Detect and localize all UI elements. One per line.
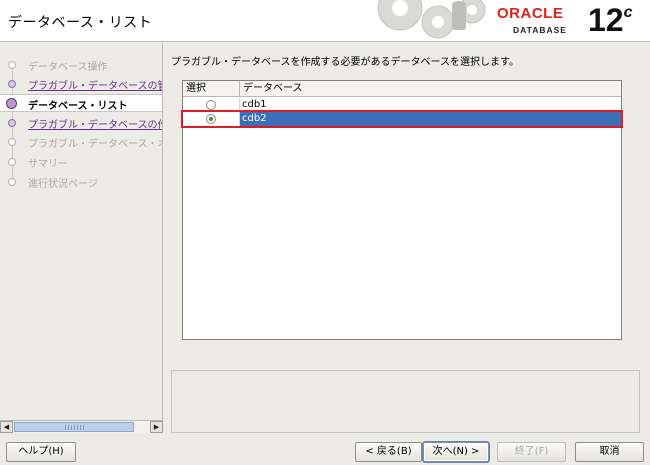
button-bar: ヘルプ(H) < 戻る(B) 次へ(N) > 終了(F) 取消 — [0, 434, 650, 465]
scrollbar-thumb[interactable] — [14, 422, 134, 432]
version-suffix: c — [623, 4, 633, 22]
step-dot-icon — [8, 119, 16, 127]
step-current-icon — [6, 98, 17, 109]
step-dot-icon — [8, 61, 16, 69]
version-badge: 12c — [588, 2, 633, 39]
column-header-select[interactable]: 選択 — [183, 81, 240, 97]
column-header-database[interactable]: データベース — [240, 81, 621, 97]
nav-step-pdb-options: プラガブル・データベース・オ — [0, 133, 163, 151]
nav-horizontal-scrollbar[interactable]: ◀ ▶ — [0, 420, 163, 433]
step-dot-icon — [8, 158, 16, 166]
gears-decoration-icon — [377, 0, 486, 39]
nav-step-label: プラガブル・データベース・オ — [28, 139, 163, 150]
select-cell[interactable] — [183, 112, 240, 126]
step-dot-icon — [8, 80, 16, 88]
step-dot-icon — [8, 178, 16, 186]
database-name-cell[interactable]: cdb1 — [240, 98, 621, 112]
page-title: データベース・リスト — [8, 15, 153, 31]
nav-step-label[interactable]: プラガブル・データベースの作 — [28, 116, 162, 131]
nav-step-create-pdb[interactable]: プラガブル・データベースの作 — [0, 114, 162, 132]
table-row-selected[interactable]: cdb2 — [181, 110, 623, 128]
database-table: 選択 データベース cdb1 cdb2 — [181, 80, 623, 340]
header-bar: データベース・リスト ORACLE DATABASE 12c — [0, 0, 650, 42]
nav-step-label: データベース・リスト — [28, 101, 128, 112]
nav-step-label[interactable]: プラガブル・データベースの管 — [28, 77, 162, 92]
finish-button[interactable]: 終了(F) — [497, 442, 566, 462]
next-button[interactable]: 次へ(N) > — [423, 442, 489, 462]
oracle-wordmark: ORACLE — [497, 5, 564, 22]
cancel-button[interactable]: 取消 — [575, 442, 644, 462]
step-dot-icon — [8, 138, 16, 146]
scroll-grip-icon — [65, 425, 85, 430]
database-name-cell[interactable]: cdb2 — [240, 112, 621, 126]
table-header: 選択 データベース — [183, 81, 621, 97]
scroll-right-icon[interactable]: ▶ — [150, 421, 163, 433]
nav-step-label: サマリー — [28, 159, 68, 170]
database-wordmark: DATABASE — [513, 25, 567, 35]
nav-step-progress: 進行状況ページ — [0, 173, 162, 191]
message-area — [171, 370, 640, 433]
scroll-left-icon[interactable]: ◀ — [0, 421, 13, 433]
table-row[interactable]: cdb1 — [183, 98, 621, 112]
radio-button-checked[interactable] — [206, 114, 216, 124]
instruction-text: プラガブル・データベースを作成する必要があるデータベースを選択します。 — [171, 57, 519, 68]
oracle-logo: ORACLE DATABASE — [497, 5, 585, 37]
nav-step-label: 進行状況ページ — [28, 179, 98, 190]
select-cell[interactable] — [183, 98, 240, 112]
radio-button[interactable] — [206, 100, 216, 110]
help-button[interactable]: ヘルプ(H) — [6, 442, 76, 462]
nav-step-database-list: データベース・リスト — [0, 94, 162, 112]
version-number: 12 — [588, 2, 624, 38]
nav-step-manage-pdb[interactable]: プラガブル・データベースの管 — [0, 75, 162, 93]
nav-step-summary: サマリー — [0, 153, 162, 171]
back-button[interactable]: < 戻る(B) — [355, 442, 422, 462]
nav-step-database-operation: データベース操作 — [0, 56, 162, 74]
radio-checked-icon — [209, 117, 213, 121]
nav-step-label: データベース操作 — [28, 62, 108, 73]
wizard-step-nav: データベース操作 プラガブル・データベースの管 データベース・リスト プラガブル… — [0, 43, 163, 433]
